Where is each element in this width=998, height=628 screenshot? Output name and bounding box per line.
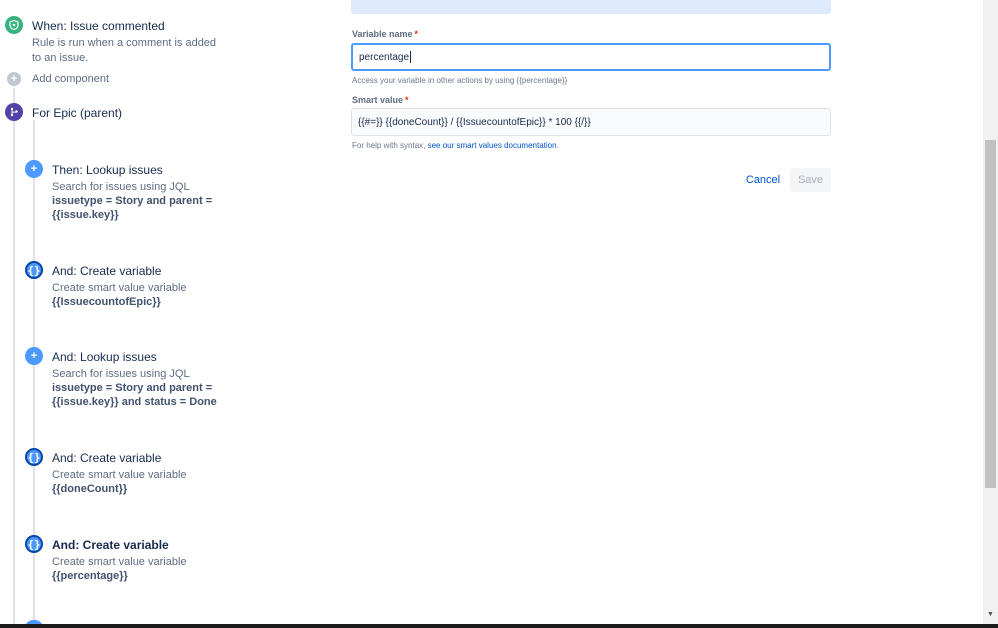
trigger-description: Rule is run when a comment is added to a… [32, 37, 217, 64]
action-title: And: Lookup issues [52, 350, 157, 364]
branch-icon [5, 103, 23, 121]
branch-title: For Epic (parent) [32, 106, 123, 120]
action-detail: {{IssuecountofEpic}} [52, 296, 161, 308]
braces-icon: {} [25, 535, 43, 553]
window-bottom-border [0, 624, 998, 628]
plus-icon: + [7, 72, 21, 86]
syntax-help-text: For help with syntax, see our smart valu… [352, 141, 559, 150]
action-detail: issuetype = Story and parent = [52, 382, 213, 394]
plus-icon: + [25, 347, 43, 365]
action-title: And: Create variable [52, 451, 162, 465]
braces-icon: {} [25, 448, 43, 466]
variable-name-label: Variable name * [352, 29, 419, 39]
info-panel [351, 0, 831, 14]
variable-name-input[interactable]: percentage [351, 43, 831, 71]
shield-icon [5, 16, 23, 34]
cancel-button[interactable]: Cancel [740, 168, 786, 192]
action-description: Create smart value variable [52, 282, 187, 294]
scrollbar-thumb[interactable] [985, 140, 996, 488]
action-title: Then: Lookup issues [52, 163, 163, 177]
action-title: And: Create variable [52, 538, 169, 552]
variable-help-text: Access your variable in other actions by… [352, 76, 568, 85]
smart-value-input[interactable]: {{#=}} {{doneCount}} / {{IssuecountofEpi… [351, 108, 831, 136]
action-detail: {{issue.key}} and status = Done [52, 396, 217, 408]
action-description: Create smart value variable [52, 469, 187, 481]
action-description: Search for issues using JQL [52, 181, 190, 193]
action-create-variable-1[interactable]: {} And: Create variable Create smart val… [0, 259, 240, 314]
smart-value-label: Smart value * [352, 95, 409, 105]
branch-component[interactable]: For Epic (parent) [0, 100, 200, 124]
save-button[interactable]: Save [790, 168, 831, 192]
action-create-variable-3-selected[interactable]: {} And: Create variable Create smart val… [0, 533, 240, 588]
smart-values-docs-link[interactable]: see our smart values documentation [428, 141, 557, 150]
add-component-button[interactable]: + Add component [0, 70, 140, 90]
action-title: And: Create variable [52, 264, 162, 278]
plus-icon: + [25, 160, 43, 178]
scroll-down-arrow-icon[interactable]: ▼ [985, 610, 996, 620]
action-create-variable-2[interactable]: {} And: Create variable Create smart val… [0, 446, 240, 501]
add-component-label: Add component [32, 73, 110, 85]
action-description: Create smart value variable [52, 556, 187, 568]
trigger-title: When: Issue commented [32, 19, 165, 33]
action-detail: {{issue.key}} [52, 209, 119, 221]
action-lookup-issues-1[interactable]: + Then: Lookup issues Search for issues … [0, 158, 240, 228]
action-detail: {{percentage}} [52, 570, 128, 582]
trigger-component[interactable]: When: Issue commented Rule is run when a… [0, 0, 240, 70]
action-description: Search for issues using JQL [52, 368, 190, 380]
action-detail: issuetype = Story and parent = [52, 195, 213, 207]
action-lookup-issues-2[interactable]: + And: Lookup issues Search for issues u… [0, 345, 240, 415]
braces-icon: {} [25, 261, 43, 279]
action-detail: {{doneCount}} [52, 483, 128, 495]
